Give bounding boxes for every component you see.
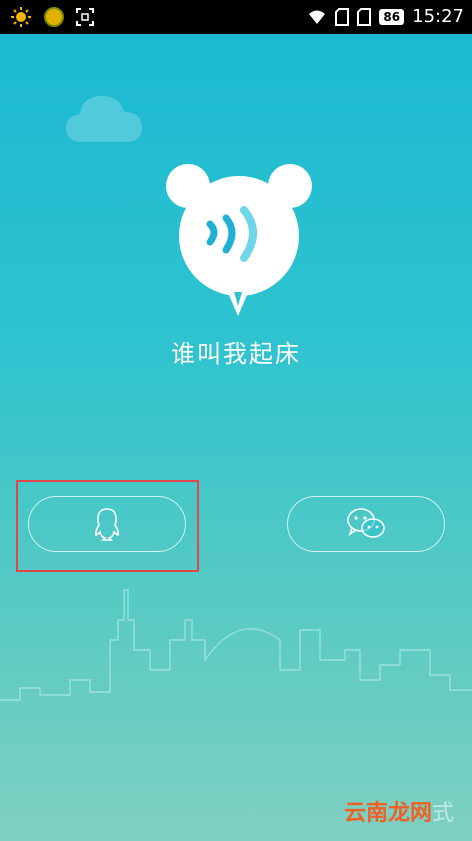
alarm-clock-logo-icon	[166, 164, 312, 316]
qq-penguin-icon	[95, 508, 119, 541]
screenshot-icon	[76, 8, 94, 26]
wechat-login-button[interactable]	[287, 496, 445, 552]
app-notification-icon	[44, 7, 64, 27]
sim2-icon	[357, 7, 372, 26]
app-title: 谁叫我起床	[171, 340, 301, 368]
status-left	[10, 6, 94, 28]
city-skyline-illustration	[0, 589, 472, 701]
battery-level: 86	[379, 8, 405, 25]
wifi-icon	[309, 10, 326, 24]
wechat-icon	[347, 508, 385, 538]
watermark: 云南龙网式	[344, 795, 454, 827]
status-right: 86 15:27	[307, 6, 464, 27]
qq-login-button[interactable]	[28, 496, 186, 552]
cloud-icon	[66, 96, 142, 142]
sun-icon	[11, 7, 31, 27]
status-bar: 86 15:27	[0, 0, 472, 34]
sim-icon	[335, 7, 350, 26]
watermark-trailing: 式	[431, 801, 454, 826]
watermark-text: 云南龙网	[343, 801, 432, 826]
clock-time: 15:27	[412, 6, 464, 27]
